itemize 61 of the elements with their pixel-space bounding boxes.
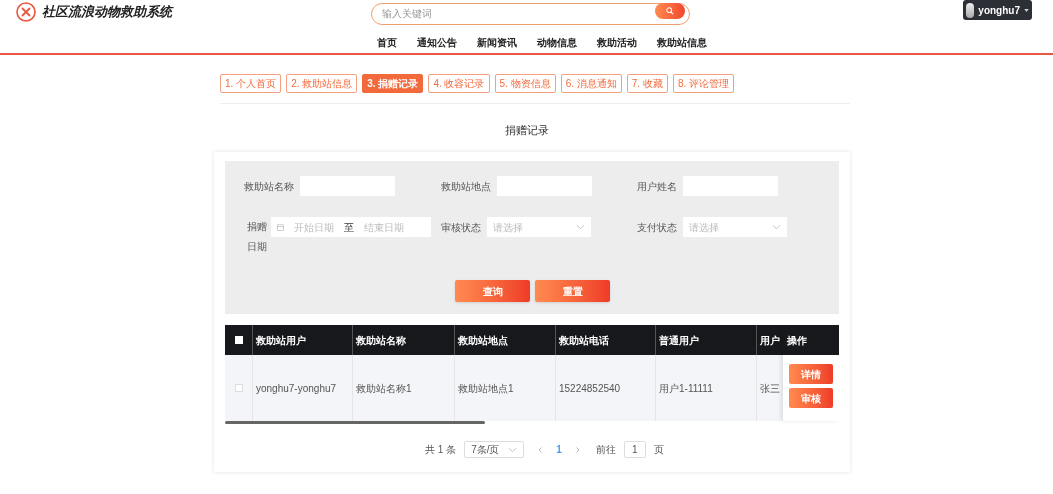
column-header: 救助站名称 — [356, 333, 406, 348]
field-label: 审核状态 — [441, 220, 481, 235]
table-cell-text: yonghu7-yonghu7 — [256, 381, 337, 396]
table-cell-text: 用户1-11111 — [659, 381, 713, 396]
table-cell-text: 15224852540 — [559, 381, 621, 396]
page-title: 捐赠记录 — [503, 123, 550, 138]
field-label: 捐赠日期 — [247, 220, 268, 254]
filter-button[interactable]: 重置 — [535, 280, 610, 302]
nav-link[interactable]: 动物信息 — [536, 35, 577, 50]
chevron-right-icon[interactable] — [575, 446, 580, 453]
nav-link[interactable]: 救助站信息 — [656, 35, 707, 50]
search-icon — [666, 7, 674, 15]
nav-link[interactable]: 新闻资讯 — [476, 35, 517, 50]
page-input[interactable]: 1 — [623, 441, 646, 458]
search-button[interactable] — [655, 3, 685, 19]
column-header: 救助站地点 — [458, 333, 508, 348]
total-count: 共 1 条 — [425, 443, 457, 457]
field-label: 救助站地点 — [441, 179, 491, 194]
field-label: 支付状态 — [637, 220, 677, 235]
checkbox[interactable] — [234, 384, 243, 392]
field-label: 救助站名称 — [244, 179, 294, 194]
chevron-down-icon — [576, 224, 585, 230]
calendar-icon — [277, 223, 284, 231]
goto-label: 页 — [653, 443, 664, 457]
table-cell-text: 救助站名称1 — [356, 381, 412, 396]
table-cell-text: 救助站地点1 — [458, 381, 514, 396]
action-button[interactable]: 审核 — [789, 388, 833, 408]
search-field[interactable]: 输入关键词 — [371, 2, 690, 25]
tab[interactable]: 3. 捐赠记录 — [362, 74, 424, 93]
select-field[interactable]: 请选择 — [487, 217, 591, 237]
nav-link[interactable]: 首页 — [376, 35, 397, 50]
column-header: 操作 — [783, 325, 839, 355]
caret-icon — [1024, 8, 1029, 12]
chevron-left-icon[interactable] — [538, 446, 543, 453]
site-title: 社区流浪动物救助系统 — [42, 3, 172, 22]
tab[interactable]: 2. 救助站信息 — [286, 74, 358, 93]
tab[interactable]: 4. 收容记录 — [428, 74, 490, 93]
action-button[interactable]: 详情 — [789, 364, 833, 384]
column-header: 用户 — [760, 333, 780, 348]
tab[interactable]: 5. 物资信息 — [494, 74, 556, 93]
filter-button[interactable]: 查询 — [455, 280, 530, 302]
tab[interactable]: 6. 消息通知 — [560, 74, 622, 93]
tab[interactable]: 7. 收藏 — [626, 74, 668, 93]
tab[interactable]: 8. 评论管理 — [672, 74, 734, 93]
field-label: 用户姓名 — [637, 179, 677, 194]
user-menu-button[interactable]: yonghu7 — [963, 0, 1032, 20]
avatar-icon — [966, 2, 975, 18]
chevron-down-icon — [508, 446, 518, 453]
chevron-down-icon — [772, 224, 781, 230]
scrollbar-thumb[interactable] — [225, 421, 485, 424]
column-header: 普通用户 — [659, 333, 699, 348]
page-size-select[interactable]: 7条/页 — [464, 441, 525, 458]
select-field[interactable]: 请选择 — [683, 217, 787, 237]
nav-link[interactable]: 通知公告 — [416, 35, 457, 50]
page-number[interactable]: 1 — [550, 442, 568, 457]
column-header: 救助站用户 — [256, 333, 306, 348]
column-header: 救助站电话 — [559, 333, 609, 348]
table-cell-text: 张三 — [760, 381, 780, 396]
goto-label: 前往 — [595, 443, 616, 457]
nav-link[interactable]: 救助活动 — [596, 35, 637, 50]
tab[interactable]: 1. 个人首页 — [220, 74, 282, 93]
